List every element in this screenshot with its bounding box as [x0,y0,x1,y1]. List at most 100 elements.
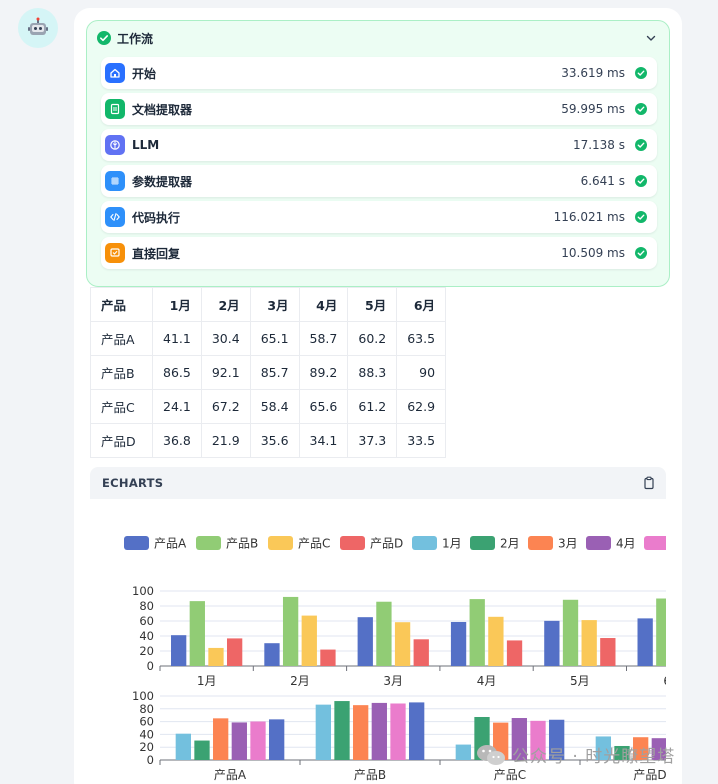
table-cell: 61.2 [347,389,398,424]
table-cell: 65.1 [249,321,300,356]
table-header: 4月 [298,287,349,322]
bar [409,702,425,760]
clipboard-icon[interactable] [642,476,656,490]
table-cell: 89.2 [298,355,349,390]
workflow-node-direct-reply[interactable]: 直接回复 10.509 ms [101,237,657,269]
y-tick-label: 80 [139,599,154,613]
table-cell: 24.1 [152,389,202,424]
table-cell: 86.5 [152,355,202,390]
table-cell: 60.2 [347,321,398,356]
table-cell: 产品D [90,423,153,458]
node-name: 开始 [132,66,157,81]
code-icon [105,207,125,227]
table-cell: 37.3 [347,423,398,458]
node-time: 10.509 ms [561,246,625,260]
check-circle-icon [635,211,647,223]
table-cell: 67.2 [200,389,251,424]
bar [455,744,471,760]
legend-label: 产品A [154,537,187,551]
bar [488,616,504,666]
bar [371,702,387,760]
table-cell: 63.5 [396,321,447,356]
legend-label: 产品C [298,537,330,551]
workflow-node-code[interactable]: 代码执行 116.021 ms [101,201,657,233]
table-cell: 34.1 [298,423,349,458]
table-cell: 90 [396,355,447,390]
x-tick-label: 产品A [214,768,247,782]
workflow-node-param-extractor[interactable]: 参数提取器 6.641 s [101,165,657,197]
legend-swatch [586,536,611,550]
legend-label: 1月 [442,537,462,551]
bar [357,617,373,666]
table-cell: 62.9 [396,389,447,424]
check-circle-icon [635,247,647,259]
node-name: 文档提取器 [132,102,193,117]
bar [562,599,579,666]
bar [353,705,369,760]
echarts-title: ECHARTS [102,476,164,490]
x-tick-label: 5月 [570,674,590,688]
y-tick-label: 20 [139,740,154,754]
legend-label: 3月 [558,537,578,551]
y-tick-label: 100 [132,689,154,703]
bar [231,722,247,760]
workflow-header[interactable]: 工作流 [97,27,659,49]
table-row: 产品A 41.1 30.4 65.1 58.7 60.2 63.5 [90,321,447,356]
table-cell: 92.1 [200,355,251,390]
table-header: 1月 [152,287,202,322]
y-tick-label: 80 [139,702,154,716]
y-tick-label: 0 [147,753,154,767]
legend-swatch [340,536,365,550]
chevron-down-icon[interactable] [645,32,657,44]
node-time: 33.619 ms [561,66,625,80]
y-tick-label: 60 [139,715,154,729]
robot-icon [28,17,48,35]
bar [376,601,392,666]
workflow-node-doc-extractor[interactable]: 文档提取器 59.995 ms [101,93,657,125]
bar [171,635,187,666]
table-header-row: 产品 1月 2月 3月 4月 5月 6月 [90,287,447,322]
table-cell: 产品C [90,389,153,424]
workflow-node-start[interactable]: 开始 33.619 ms [101,57,657,89]
bar [656,598,666,666]
bar [334,701,350,760]
y-tick-label: 60 [139,614,154,628]
table-cell: 33.5 [396,423,447,458]
bar [581,620,597,666]
check-circle-icon [635,103,647,115]
legend-swatch [196,536,221,550]
y-tick-label: 40 [139,629,154,643]
x-tick-label: 6月 [663,674,666,688]
avatar [18,8,58,48]
legend-label: 2月 [500,537,520,551]
check-circle-icon [97,31,111,45]
bar [450,621,467,666]
bar [390,703,406,760]
node-time: 59.995 ms [561,102,625,116]
node-name: 直接回复 [132,246,181,261]
bar [194,740,210,760]
y-tick-label: 100 [132,584,154,598]
workflow-panel: 工作流 开始 33.619 ms 文档提取器 59.995 ms LLM 17.… [86,20,670,287]
x-tick-label: 4月 [477,674,497,688]
y-tick-label: 0 [147,659,154,673]
node-name: 代码执行 [132,210,181,225]
bar [269,719,285,760]
watermark-text: 公众号 · 时光瞭望塔 [512,747,676,767]
check-circle-icon [635,175,647,187]
echarts-header: ECHARTS [90,467,666,499]
node-name: 参数提取器 [132,174,193,189]
table-header: 6月 [396,287,447,322]
x-tick-label: 2月 [290,674,310,688]
table-cell: 88.3 [347,355,398,390]
bar [315,704,331,760]
bar [506,640,523,666]
bar [469,599,485,666]
workflow-node-llm[interactable]: LLM 17.138 s [101,129,657,161]
bar [637,618,653,666]
home-icon [105,63,125,83]
table-cell: 产品A [90,321,153,356]
table-cell: 58.4 [249,389,300,424]
y-tick-label: 20 [139,644,154,658]
bar [208,647,224,666]
